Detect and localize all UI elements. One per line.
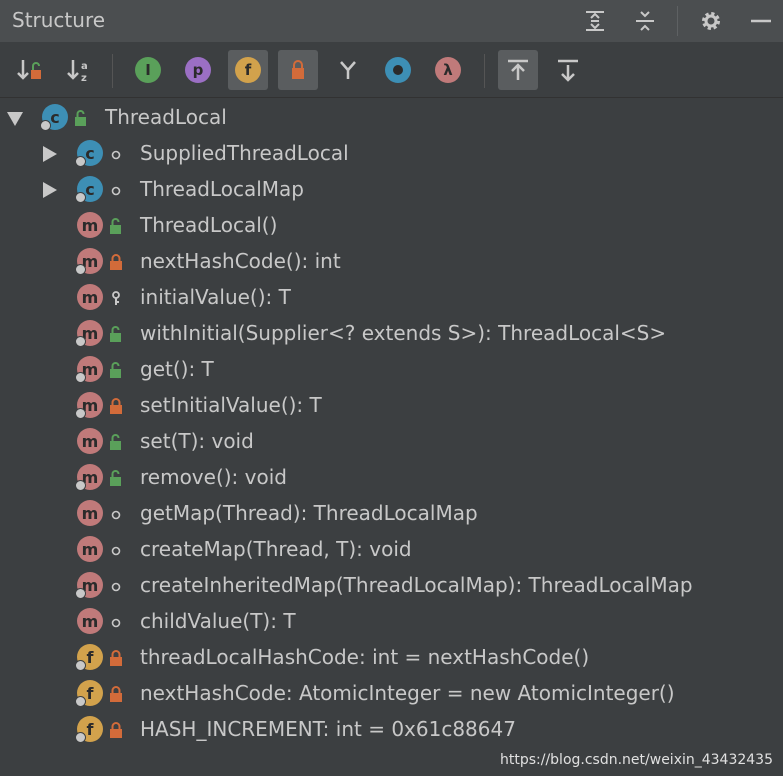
private-lock-icon <box>109 254 123 270</box>
method-icon: m <box>77 284 103 310</box>
header-divider <box>677 6 678 36</box>
field-icon: f <box>75 716 103 743</box>
method-icon: m <box>75 572 103 599</box>
expand-arrow-icon[interactable] <box>43 182 57 198</box>
tree-item-label: withInitial(Supplier<? extends S>): Thre… <box>140 321 667 345</box>
tree-item-label: nextHashCode: AtomicInteger = new Atomic… <box>140 681 675 705</box>
tree-row[interactable]: m ThreadLocal() <box>0 208 783 244</box>
tree-row[interactable]: m withInitial(Supplier<? extends S>): Thr… <box>0 316 783 352</box>
tree-item-label: createMap(Thread, T): void <box>140 537 412 561</box>
private-lock-icon <box>109 722 123 738</box>
method-icon: m <box>75 392 103 419</box>
private-lock-icon <box>109 650 123 666</box>
public-lock-icon <box>109 326 123 342</box>
tree-item-label: nextHashCode(): int <box>140 249 341 273</box>
method-icon: m <box>75 464 103 491</box>
method-icon: m <box>75 356 103 383</box>
field-icon: f <box>75 680 103 707</box>
sort-alpha-icon[interactable]: az <box>60 50 100 90</box>
autoscroll-to-icon[interactable] <box>498 50 538 90</box>
tree-row[interactable]: m nextHashCode(): int <box>0 244 783 280</box>
tree-item-label: set(T): void <box>140 429 254 453</box>
svg-text:a: a <box>81 61 88 72</box>
tree-row[interactable]: m setInitialValue(): T <box>0 388 783 424</box>
package-visibility-icon <box>109 578 123 594</box>
package-visibility-icon <box>109 614 123 630</box>
tree-row[interactable]: m set(T): void <box>0 424 783 460</box>
lambda-icon[interactable]: λ <box>428 50 468 90</box>
circle-icon[interactable] <box>378 50 418 90</box>
toolbar-divider <box>112 54 113 88</box>
tree-item-label: getMap(Thread): ThreadLocalMap <box>140 501 478 525</box>
tree-row[interactable]: m createInheritedMap(ThreadLocalMap): Thr… <box>0 568 783 604</box>
private-lock-icon <box>109 686 123 702</box>
tree-row[interactable]: f threadLocalHashCode: int = nextHashCode… <box>0 640 783 676</box>
public-lock-icon <box>74 110 88 126</box>
inherited-icon[interactable]: I <box>128 50 168 90</box>
tree-item-label: threadLocalHashCode: int = nextHashCode(… <box>140 645 590 669</box>
panel-header: Structure <box>0 0 783 42</box>
expand-all-icon[interactable] <box>580 6 610 36</box>
method-icon: m <box>75 320 103 347</box>
private-lock-icon <box>109 398 123 414</box>
method-icon: m <box>77 428 103 454</box>
package-visibility-icon <box>109 542 123 558</box>
tree-item-label: childValue(T): T <box>140 609 296 633</box>
tree-item-label: HASH_INCREMENT: int = 0x61c88647 <box>140 717 516 741</box>
tree-item-label: ThreadLocal() <box>140 213 278 237</box>
package-visibility-icon <box>109 506 123 522</box>
tree-row[interactable]: c ThreadLocalMap <box>0 172 783 208</box>
collapse-all-icon[interactable] <box>630 6 660 36</box>
anonymous-icon[interactable] <box>328 50 368 90</box>
method-icon: m <box>77 608 103 634</box>
class-icon: c <box>75 140 103 167</box>
autoscroll-from-icon[interactable] <box>548 50 588 90</box>
method-icon: m <box>77 212 103 238</box>
protected-key-icon <box>109 290 123 306</box>
method-icon: m <box>77 500 103 526</box>
package-visibility-icon <box>109 182 123 198</box>
tree-row[interactable]: m initialValue(): T <box>0 280 783 316</box>
public-lock-icon <box>109 470 123 486</box>
structure-toolbar: az I p f λ <box>0 42 783 98</box>
public-lock-icon <box>109 362 123 378</box>
tree-row[interactable]: f HASH_INCREMENT: int = 0x61c88647 <box>0 712 783 748</box>
lock-icon[interactable] <box>278 50 318 90</box>
field-icon[interactable]: f <box>228 50 268 90</box>
package-visibility-icon <box>109 146 123 162</box>
tree-row[interactable]: m createMap(Thread, T): void <box>0 532 783 568</box>
collapse-arrow-icon[interactable] <box>7 112 23 126</box>
tree-item-label: initialValue(): T <box>140 285 291 309</box>
class-icon: c <box>40 104 68 131</box>
property-icon[interactable]: p <box>178 50 218 90</box>
tree-item-label: createInheritedMap(ThreadLocalMap): Thre… <box>140 573 693 597</box>
method-icon: m <box>77 536 103 562</box>
gear-icon[interactable] <box>696 6 726 36</box>
field-icon: f <box>75 644 103 671</box>
expand-arrow-icon[interactable] <box>43 146 57 162</box>
tree-item-label: get(): T <box>140 357 214 381</box>
tree-row[interactable]: c SuppliedThreadLocal <box>0 136 783 172</box>
public-lock-icon <box>109 218 123 234</box>
tree-item-label: ThreadLocalMap <box>140 177 304 201</box>
sort-visibility-icon[interactable] <box>10 50 50 90</box>
tree-item-label: ThreadLocal <box>105 105 227 129</box>
tree-row[interactable]: m remove(): void <box>0 460 783 496</box>
tree-row[interactable]: m getMap(Thread): ThreadLocalMap <box>0 496 783 532</box>
tree-row[interactable]: m childValue(T): T <box>0 604 783 640</box>
panel-title: Structure <box>12 8 106 32</box>
tree-row[interactable]: f nextHashCode: AtomicInteger = new Atomi… <box>0 676 783 712</box>
tree-item-label: remove(): void <box>140 465 287 489</box>
public-lock-icon <box>109 434 123 450</box>
tree-row[interactable]: m get(): T <box>0 352 783 388</box>
class-icon: c <box>75 176 103 203</box>
minimize-icon[interactable] <box>746 6 776 36</box>
toolbar-divider <box>484 54 485 88</box>
tree-item-label: setInitialValue(): T <box>140 393 322 417</box>
tree-item-label: SuppliedThreadLocal <box>140 141 349 165</box>
method-icon: m <box>75 248 103 275</box>
watermark: https://blog.csdn.net/weixin_43432435 <box>499 752 773 768</box>
tree-row[interactable]: c ThreadLocal <box>0 100 783 136</box>
svg-text:z: z <box>81 73 87 84</box>
